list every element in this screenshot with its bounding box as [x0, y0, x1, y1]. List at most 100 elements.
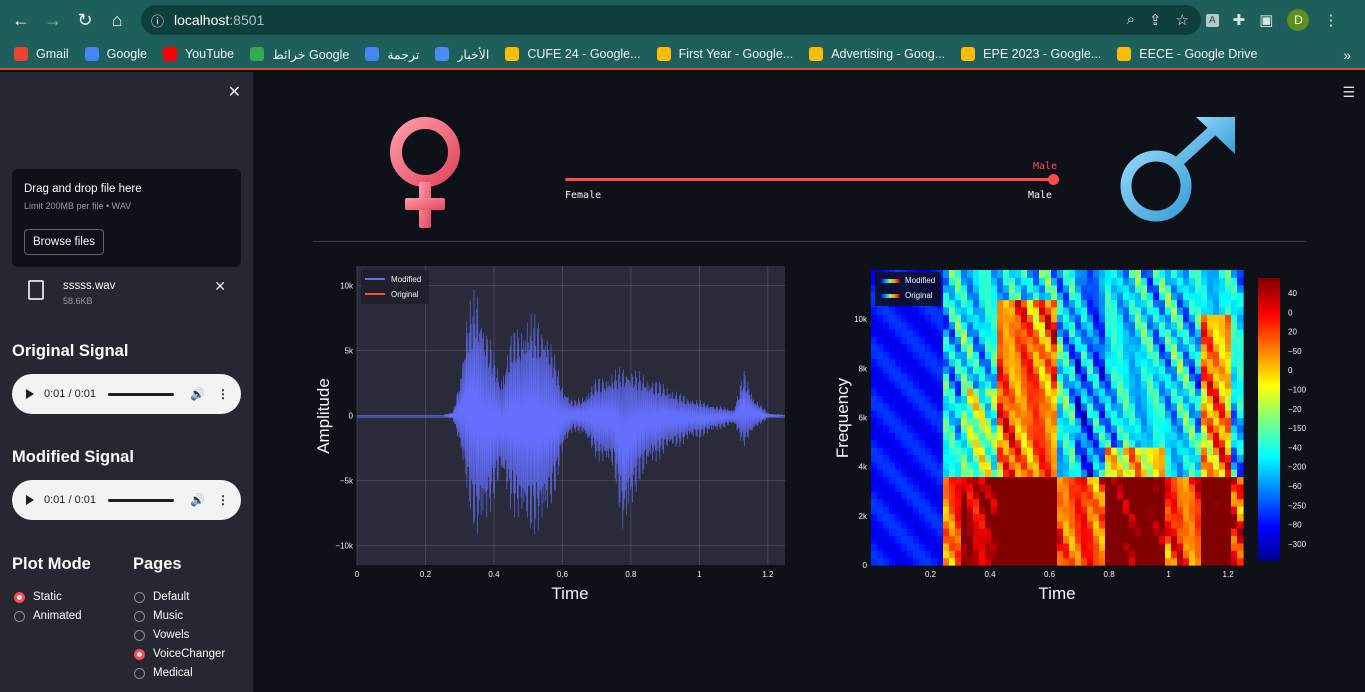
heatmap-cell — [1153, 314, 1160, 323]
pdf-extension-icon[interactable]: A — [1206, 13, 1219, 27]
bookmark-item[interactable]: EPE 2023 - Google... — [961, 47, 1101, 61]
volume-icon[interactable]: 🔊 — [190, 493, 205, 507]
bookmark-item[interactable]: First Year - Google... — [656, 47, 793, 61]
radio-button-icon[interactable] — [134, 610, 145, 622]
radio-option[interactable]: VoiceChanger — [134, 648, 225, 660]
heatmap-cell — [979, 321, 986, 330]
heatmap-cell — [979, 292, 986, 301]
radio-button-icon[interactable] — [14, 610, 25, 622]
heatmap-cell — [949, 410, 956, 419]
remove-file-icon[interactable]: ✕ — [214, 278, 226, 295]
modified-audio-player[interactable]: 0:01 / 0:01 🔊 ⋮ — [12, 480, 241, 520]
bookmark-item[interactable]: CUFE 24 - Google... — [505, 47, 641, 61]
address-bar[interactable]: ⓘ localhost:8501 ⌕ ⇪ ☆ — [141, 5, 1201, 35]
sidebar-close-icon[interactable]: ✕ — [228, 82, 241, 102]
radio-option[interactable]: Static — [14, 591, 62, 603]
bookmarks-overflow-icon[interactable]: » — [1343, 47, 1351, 63]
heatmap-cell — [1063, 557, 1070, 566]
bookmark-item[interactable]: خرائط Google — [250, 47, 349, 62]
heatmap-cell — [1075, 329, 1082, 337]
pages-heading: Pages — [133, 555, 182, 573]
heatmap-cell — [991, 351, 998, 360]
gender-slider-thumb[interactable] — [1048, 174, 1059, 185]
back-arrow-icon[interactable]: ← — [10, 9, 32, 31]
heatmap-cell — [955, 277, 962, 286]
volume-icon[interactable]: 🔊 — [190, 387, 205, 401]
bookmark-item[interactable]: Advertising - Goog... — [809, 47, 945, 61]
bookmark-item[interactable]: ترجمة — [365, 47, 419, 62]
heatmap-cell — [925, 557, 932, 566]
heatmap-cell — [943, 535, 950, 544]
legend-modified-swatch — [880, 279, 900, 283]
heatmap-cell — [1027, 314, 1034, 323]
profile-avatar[interactable]: D — [1287, 9, 1310, 31]
radio-option[interactable]: Animated — [14, 610, 82, 622]
chart-legend[interactable]: Modified Original — [875, 272, 941, 306]
radio-option[interactable]: Default — [134, 591, 189, 603]
heatmap-cell — [919, 513, 926, 522]
bookmark-item[interactable]: Gmail — [14, 47, 69, 61]
more-options-icon[interactable]: ⋮ — [217, 493, 229, 507]
more-options-icon[interactable]: ⋮ — [217, 387, 229, 401]
radio-button-icon[interactable] — [134, 629, 145, 641]
heatmap-cell — [1201, 520, 1208, 529]
extensions-icon[interactable]: ✚ — [1233, 11, 1246, 29]
reload-icon[interactable]: ↻ — [74, 9, 96, 31]
browser-menu-icon[interactable]: ⋮ — [1323, 11, 1338, 29]
radio-button-icon[interactable] — [14, 591, 25, 603]
translate-icon — [365, 47, 380, 61]
browse-files-button[interactable]: Browse files — [24, 229, 104, 255]
heatmap-cell — [1129, 447, 1136, 455]
heatmap-cell — [1117, 410, 1124, 419]
radio-button-icon[interactable] — [134, 591, 145, 603]
heatmap-cell — [1225, 277, 1232, 286]
heatmap-cell — [943, 321, 950, 330]
heatmap-cell — [1021, 542, 1028, 551]
heatmap-cell — [1237, 373, 1244, 382]
home-icon[interactable]: ⌂ — [106, 9, 128, 31]
audio-progress[interactable] — [108, 392, 174, 396]
heatmap-cell — [1201, 447, 1208, 455]
spectrogram-chart[interactable]: 0.2 0.4 0.6 0.8 1 1.202k4k6k8k10k Modified Or… — [828, 258, 1318, 608]
zoom-icon[interactable]: ⌕ — [1127, 11, 1135, 29]
heatmap-cell — [907, 321, 914, 330]
radio-button-icon[interactable] — [134, 648, 145, 660]
heatmap-cell — [973, 402, 980, 411]
site-info-icon[interactable]: ⓘ — [151, 11, 164, 30]
bookmark-star-icon[interactable]: ☆ — [1176, 11, 1189, 29]
heatmap-cell — [913, 329, 920, 337]
radio-option[interactable]: Music — [134, 610, 183, 622]
side-panel-icon[interactable]: ▣ — [1259, 11, 1273, 29]
heatmap-cell — [1075, 395, 1082, 404]
play-icon[interactable] — [26, 495, 34, 505]
heatmap-cell — [979, 491, 986, 500]
gender-slider-track[interactable] — [565, 178, 1053, 181]
heatmap-cell — [1111, 299, 1118, 308]
heatmap-cell — [1177, 336, 1184, 345]
radio-option[interactable]: Vowels — [134, 629, 189, 641]
heatmap-cell — [1201, 528, 1208, 537]
heatmap-cell — [1165, 535, 1172, 544]
heatmap-cell — [1033, 365, 1040, 374]
heatmap-cell — [1195, 513, 1202, 522]
file-uploader-dropzone[interactable]: Drag and drop file here Limit 200MB per … — [12, 169, 241, 267]
bookmark-item[interactable]: Google — [84, 47, 147, 61]
bookmark-item[interactable]: EECE - Google Drive — [1117, 47, 1257, 61]
app-menu-icon[interactable]: ☰ — [1342, 84, 1355, 101]
chart-legend[interactable]: Modified Original — [361, 270, 429, 304]
audio-progress[interactable] — [108, 498, 174, 502]
bookmark-item[interactable]: YouTube — [162, 47, 234, 61]
bookmark-item[interactable]: الأخبار — [435, 47, 489, 62]
heatmap-cell — [1159, 395, 1166, 404]
heatmap-cell — [991, 277, 998, 286]
radio-option[interactable]: Medical — [134, 667, 193, 679]
original-audio-player[interactable]: 0:01 / 0:01 🔊 ⋮ — [12, 374, 241, 414]
radio-button-icon[interactable] — [134, 667, 145, 679]
play-icon[interactable] — [26, 389, 34, 399]
amplitude-chart[interactable]: 0 0.2 0.4 0.6 0.8 1 1.210k5k0−5k−10k Modified … — [305, 258, 795, 608]
forward-arrow-icon[interactable]: → — [42, 9, 64, 31]
heatmap-cell — [883, 365, 890, 374]
heatmap-cell — [1165, 284, 1172, 293]
share-icon[interactable]: ⇪ — [1149, 11, 1162, 29]
heatmap-cell — [1237, 491, 1244, 500]
